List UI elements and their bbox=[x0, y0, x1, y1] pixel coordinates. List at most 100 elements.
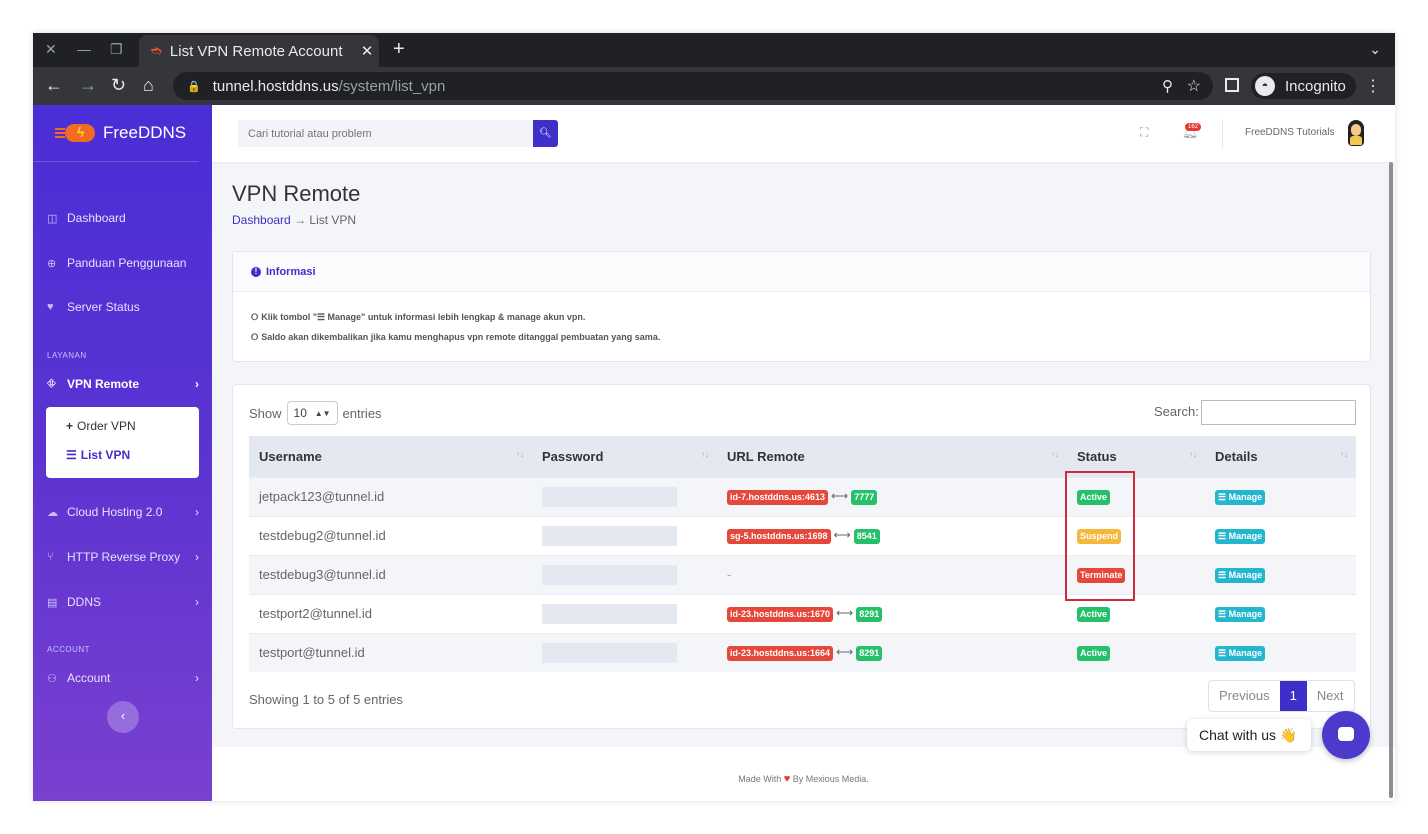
details-cell: ☰ Manage bbox=[1205, 515, 1356, 555]
port-badge: 8541 bbox=[853, 529, 880, 544]
avatar[interactable] bbox=[1348, 120, 1364, 146]
password-mask bbox=[542, 642, 677, 663]
back-arrow-icon[interactable]: ← bbox=[45, 75, 63, 96]
pagination: Previous 1 Next bbox=[1208, 680, 1355, 712]
header-divider bbox=[1222, 119, 1223, 149]
info-line-2: ⭘ Saldo akan dikembalikan jika kamu mengh… bbox=[251, 332, 660, 343]
browser-tab[interactable]: ➬ List VPN Remote Account ✕ bbox=[139, 35, 379, 67]
manage-button[interactable]: ☰ Manage bbox=[1215, 646, 1266, 662]
info-icon: ! bbox=[251, 266, 261, 277]
search-icon: 🔍︎ bbox=[539, 128, 552, 139]
breadcrumb-dashboard[interactable]: Dashboard bbox=[232, 213, 291, 227]
browser-menu-icon[interactable]: ⋮ bbox=[1365, 76, 1381, 96]
sidebar-item-account[interactable]: ⚇ Account › bbox=[47, 668, 199, 688]
column-header-username[interactable]: Username ↑↓ bbox=[249, 436, 532, 477]
details-cell: ☰ Manage bbox=[1205, 632, 1356, 672]
info-text: Saldo akan dikembalikan jika kamu mengha… bbox=[261, 332, 661, 342]
password-mask bbox=[542, 525, 677, 546]
minimize-window-icon[interactable]: — bbox=[77, 41, 91, 57]
footer-by: By Mexious Media. bbox=[792, 774, 869, 784]
vpn-table-card: Show 10 ▲▼ entries Search: Username ↑↓ Pa… bbox=[232, 384, 1371, 729]
manage-button[interactable]: ☰ Manage bbox=[1215, 607, 1266, 622]
page-scrollbar[interactable] bbox=[1389, 162, 1393, 798]
search-input[interactable] bbox=[238, 120, 533, 147]
sidebar-item-label: Server Status bbox=[67, 300, 140, 314]
brand[interactable]: ϟ FreeDDNS bbox=[33, 105, 199, 162]
reload-icon[interactable]: ↻ bbox=[111, 75, 126, 96]
search-button[interactable]: 🔍︎ bbox=[533, 120, 558, 147]
sidebar-item-label: DDNS bbox=[67, 595, 102, 609]
sidebar-item-ddns[interactable]: ▤ DDNS › bbox=[47, 592, 199, 612]
submenu-order-vpn[interactable]: + Order VPN bbox=[66, 419, 136, 433]
manage-button[interactable]: ☰ Manage bbox=[1215, 490, 1266, 505]
url-badge: id-23.hostddns.us:1664 bbox=[727, 646, 834, 662]
sidebar-item-vpn-remote[interactable]: ⛗ VPN Remote › bbox=[47, 374, 199, 394]
table-row: testport@tunnel.id id-23.hostddns.us:166… bbox=[249, 632, 1356, 672]
sidebar-item-label: Cloud Hosting 2.0 bbox=[67, 505, 163, 519]
username-cell: testdebug3@tunnel.id bbox=[249, 554, 532, 594]
arrow-right-icon: → bbox=[294, 213, 310, 227]
globe-icon: ⊕ bbox=[47, 257, 57, 270]
close-window-icon[interactable]: ✕ bbox=[45, 41, 57, 58]
column-label: Password bbox=[542, 448, 604, 464]
collapse-sidebar-button[interactable]: ‹ bbox=[107, 701, 139, 733]
table-info: Showing 1 to 5 of 5 entries bbox=[249, 692, 403, 707]
chat-label[interactable]: Chat with us 👋 bbox=[1187, 719, 1311, 751]
url-badge: id-23.hostddns.us:1670 bbox=[727, 607, 834, 622]
table-row: jetpack123@tunnel.id id-7.hostddns.us:46… bbox=[249, 476, 1356, 516]
page-length-select[interactable]: 10 ▲▼ bbox=[286, 401, 338, 425]
extension-icon[interactable] bbox=[1225, 78, 1239, 92]
close-tab-icon[interactable]: ✕ bbox=[355, 42, 379, 60]
table-search-input[interactable] bbox=[1201, 400, 1356, 425]
cloud-icon: ☁ bbox=[47, 506, 58, 519]
column-header-password[interactable]: Password ↑↓ bbox=[532, 436, 717, 477]
heart-icon: ♥ bbox=[47, 301, 54, 313]
next-page-button[interactable]: Next bbox=[1307, 681, 1354, 711]
table-row: testport2@tunnel.id id-23.hostddns.us:16… bbox=[249, 593, 1356, 633]
bookmark-star-icon[interactable]: ☆ bbox=[1187, 76, 1201, 96]
submenu-list-vpn[interactable]: ☰ List VPN bbox=[66, 448, 130, 462]
url-field[interactable]: 🔒 tunnel.hostddns.us/system/list_vpn ⚲ ☆ bbox=[173, 72, 1213, 100]
tab-search-chevron-icon[interactable]: ⌄ bbox=[1369, 41, 1381, 58]
swap-arrow-icon: ⟷ bbox=[836, 606, 854, 620]
footer-made-with: Made With bbox=[738, 774, 782, 784]
chevron-right-icon: › bbox=[195, 595, 199, 609]
new-tab-icon[interactable]: + bbox=[393, 38, 405, 61]
table-header-row: Username ↑↓ Password ↑↓ URL Remote ↑↓ Statu… bbox=[249, 436, 1356, 477]
sidebar-item-panduan[interactable]: ⊕ Panduan Penggunaan bbox=[47, 253, 199, 273]
username-cell: testdebug2@tunnel.id bbox=[249, 515, 532, 555]
vpn-table: Username ↑↓ Password ↑↓ URL Remote ↑↓ Statu… bbox=[249, 436, 1356, 672]
password-cell bbox=[532, 476, 717, 516]
sidebar-item-server-status[interactable]: ♥ Server Status bbox=[47, 297, 199, 317]
list-icon: ☰ bbox=[1218, 492, 1229, 502]
fullscreen-icon[interactable]: ⛶ bbox=[1140, 125, 1148, 140]
bullet-icon: ⭘ bbox=[251, 312, 259, 322]
select-arrows-icon: ▲▼ bbox=[314, 408, 331, 418]
url-cell: id-23.hostddns.us:1664 ⟷ 8291 bbox=[717, 632, 1067, 672]
sidebar-item-cloud-hosting[interactable]: ☁ Cloud Hosting 2.0 › bbox=[47, 502, 199, 522]
url-cell: - bbox=[717, 554, 1067, 594]
page-1-button[interactable]: 1 bbox=[1279, 681, 1307, 711]
sidebar-item-http-reverse-proxy[interactable]: ⑂ HTTP Reverse Proxy › bbox=[47, 547, 199, 567]
freeddns-logo-icon: ϟ bbox=[55, 123, 95, 143]
chat-button[interactable] bbox=[1322, 711, 1370, 759]
column-label: Status bbox=[1077, 448, 1117, 464]
user-name[interactable]: FreeDDNS Tutorials bbox=[1245, 127, 1334, 138]
sidebar-item-label: Panduan Penggunaan bbox=[67, 256, 187, 270]
table-search-label: Search: bbox=[1154, 404, 1199, 419]
restore-window-icon[interactable]: ❐ bbox=[110, 41, 123, 58]
incognito-badge[interactable]: ◓ Incognito bbox=[1251, 73, 1356, 99]
column-header-details[interactable]: Details ↑↓ bbox=[1205, 436, 1356, 477]
zoom-icon[interactable]: ⚲ bbox=[1162, 77, 1173, 95]
sidebar-item-dashboard[interactable]: ◫ Dashboard bbox=[47, 208, 199, 228]
forward-arrow-icon[interactable]: → bbox=[79, 75, 97, 96]
home-icon[interactable]: ⌂ bbox=[143, 75, 154, 96]
lock-icon[interactable]: 🔒 bbox=[187, 80, 201, 93]
sidebar-item-label: VPN Remote bbox=[67, 377, 140, 391]
manage-button[interactable]: ☰ Manage bbox=[1215, 529, 1266, 544]
column-header-url-remote[interactable]: URL Remote ↑↓ bbox=[717, 436, 1067, 477]
previous-page-button[interactable]: Previous bbox=[1209, 681, 1280, 711]
manage-button[interactable]: ☰ Manage bbox=[1215, 568, 1266, 583]
password-mask bbox=[542, 603, 677, 624]
bullet-icon: ⭘ bbox=[251, 332, 259, 342]
